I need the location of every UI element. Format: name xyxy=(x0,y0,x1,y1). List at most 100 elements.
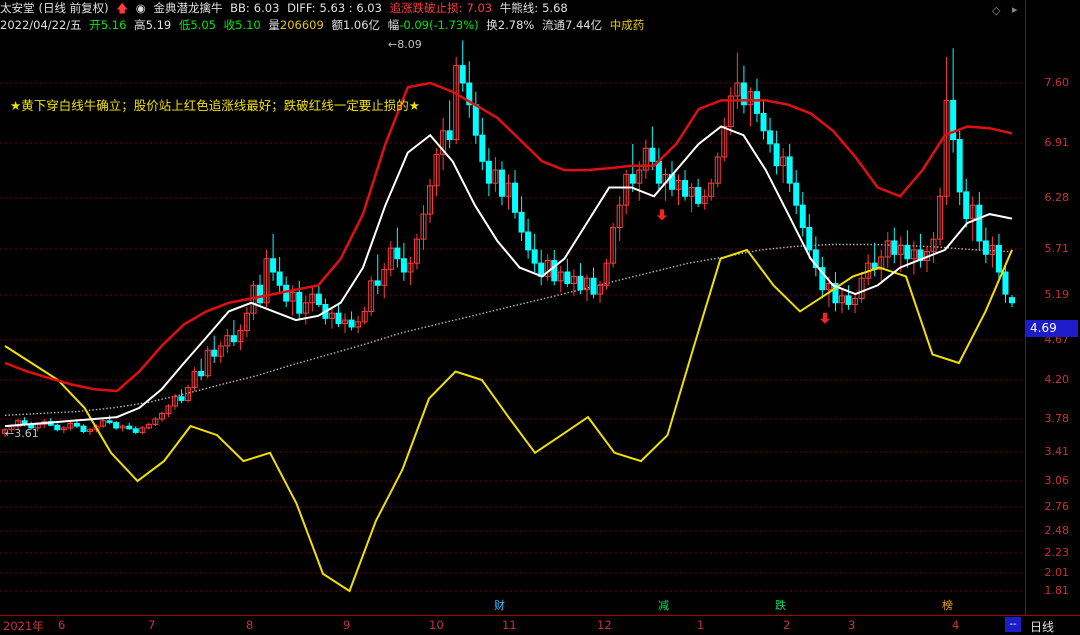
candle-body xyxy=(695,187,702,204)
close-label: 收 xyxy=(223,18,236,32)
time-axis: 2021年 6 7 8 9 10 11 12 1 2 3 4 -- 日线 xyxy=(0,615,1080,635)
y-tick-label: 5.19 xyxy=(1044,288,1070,301)
candle-body xyxy=(956,139,963,193)
quote-bar: 2022/04/22/五 开5.16 高5.19 低5.05 收5.10 量20… xyxy=(0,17,1025,34)
candle-body xyxy=(760,112,767,132)
high-price-marker: ←8.09 xyxy=(388,38,422,51)
up-arrow-icon: 🡅 xyxy=(116,1,129,15)
open-value: 5.16 xyxy=(100,18,127,32)
amount-label: 额 xyxy=(331,18,343,32)
candle-body xyxy=(73,422,80,427)
event-marker-finance[interactable]: 财 xyxy=(492,599,507,613)
candle-body xyxy=(132,428,139,433)
candle-body xyxy=(126,425,133,430)
tab-daily[interactable]: 日线 xyxy=(1030,618,1054,635)
candle-body xyxy=(512,182,519,213)
bull-label: 牛熊线: xyxy=(499,1,539,15)
y-tick-label: 6.91 xyxy=(1044,136,1070,149)
x-label-jan: 1 xyxy=(697,618,705,632)
candle-body xyxy=(485,160,492,184)
candle-body xyxy=(113,422,120,429)
open-label: 开 xyxy=(89,18,101,32)
circle-icon[interactable]: ◉ xyxy=(136,1,146,15)
high-value: 5.19 xyxy=(145,18,172,32)
y-tick-label: 3.41 xyxy=(1044,445,1070,458)
stock-name[interactable]: 太安堂 xyxy=(0,1,35,15)
candle-body xyxy=(649,147,656,162)
x-label-mar: 3 xyxy=(848,618,856,632)
candle-body xyxy=(629,173,636,184)
indicator-name[interactable]: 金典潜龙擒牛 xyxy=(153,1,222,15)
y-tick-label: 6.28 xyxy=(1044,191,1070,204)
current-price-tag: 4.69 xyxy=(1026,320,1078,337)
yellow-line xyxy=(4,248,1013,593)
x-label-year: 2021年 xyxy=(3,619,44,633)
candle-body xyxy=(1002,271,1009,295)
x-label-dec: 12 xyxy=(597,618,612,632)
y-tick-label: 2.76 xyxy=(1044,500,1070,513)
candle-body xyxy=(806,227,813,251)
candle-body xyxy=(767,130,774,145)
grid-lines xyxy=(0,82,1025,592)
candle-body xyxy=(518,211,525,233)
candle-body xyxy=(80,425,87,432)
y-tick-label: 2.23 xyxy=(1044,546,1070,559)
candle-body xyxy=(891,240,898,255)
candle-body xyxy=(335,312,342,325)
candle-body xyxy=(531,249,538,264)
candle-body xyxy=(799,204,806,229)
candle-body xyxy=(394,247,401,260)
red-arrow-icon xyxy=(820,312,830,324)
candle-body xyxy=(904,244,911,260)
change-label: 幅 xyxy=(387,18,400,32)
volume-label: 量 xyxy=(268,18,280,32)
candle-body xyxy=(498,169,505,197)
y-tick-label: 2.48 xyxy=(1044,524,1070,537)
candle-body xyxy=(564,271,571,284)
candle-body xyxy=(773,143,780,167)
sector-label[interactable]: 中成药 xyxy=(610,18,645,32)
candle-body xyxy=(211,349,218,357)
event-marker-reduce[interactable]: 减 xyxy=(656,599,671,613)
stop-label: 追涨跌破止损: xyxy=(389,1,463,15)
candle-body xyxy=(682,180,689,197)
candle-body xyxy=(793,182,800,206)
low-value: 5.05 xyxy=(190,18,216,32)
candle-body xyxy=(976,204,983,242)
bb-label: BB: xyxy=(230,1,250,15)
event-marker-rank[interactable]: 榜 xyxy=(940,599,955,613)
header-bar: 太安堂 (日线 前复权) 🡅 ◉ 金典潜龙擒牛 BB: 6.03 DIFF: 5.63… xyxy=(0,0,1025,17)
x-label-oct: 10 xyxy=(429,618,444,632)
x-label-apr: 4 xyxy=(952,618,960,632)
candle-body xyxy=(257,284,264,304)
turnover-label: 换 xyxy=(486,18,498,32)
x-label-feb: 2 xyxy=(783,618,791,632)
x-label-nov: 11 xyxy=(502,618,517,632)
amount-value: 1.06亿 xyxy=(342,18,381,32)
candle-body xyxy=(753,91,760,114)
candle-body xyxy=(178,396,185,401)
high-mark-label: 8.09 xyxy=(397,38,422,51)
bull-value: 5.68 xyxy=(542,1,568,15)
candle-body xyxy=(577,275,584,291)
candle-body xyxy=(348,319,355,328)
x-label-sep: 9 xyxy=(343,618,351,632)
event-marker-drop[interactable]: 跌 xyxy=(773,599,788,613)
candle-body xyxy=(459,65,466,84)
candle-body xyxy=(655,160,662,184)
y-tick-label: 4.20 xyxy=(1044,373,1070,386)
diamond-icon[interactable]: ◇ xyxy=(992,4,1000,17)
scroll-nav-button[interactable]: -- xyxy=(1005,617,1021,632)
period-label[interactable]: (日线 前复权) xyxy=(39,1,109,15)
float-label: 流通 xyxy=(542,18,565,32)
candle-body xyxy=(995,244,1002,273)
diff-value: 5.63 : 6.03 xyxy=(319,1,382,15)
y-tick-label: 7.60 xyxy=(1044,76,1070,89)
turnover-value: 2.78% xyxy=(497,18,535,32)
chevron-right-icon[interactable]: ▸ xyxy=(1012,3,1018,16)
low-price-marker: ←3.61 xyxy=(5,427,39,440)
candle-body xyxy=(270,258,277,273)
high-label: 高 xyxy=(134,18,146,32)
quote-date: 2022/04/22/五 xyxy=(0,18,82,32)
candlestick-chart[interactable] xyxy=(0,34,1025,615)
